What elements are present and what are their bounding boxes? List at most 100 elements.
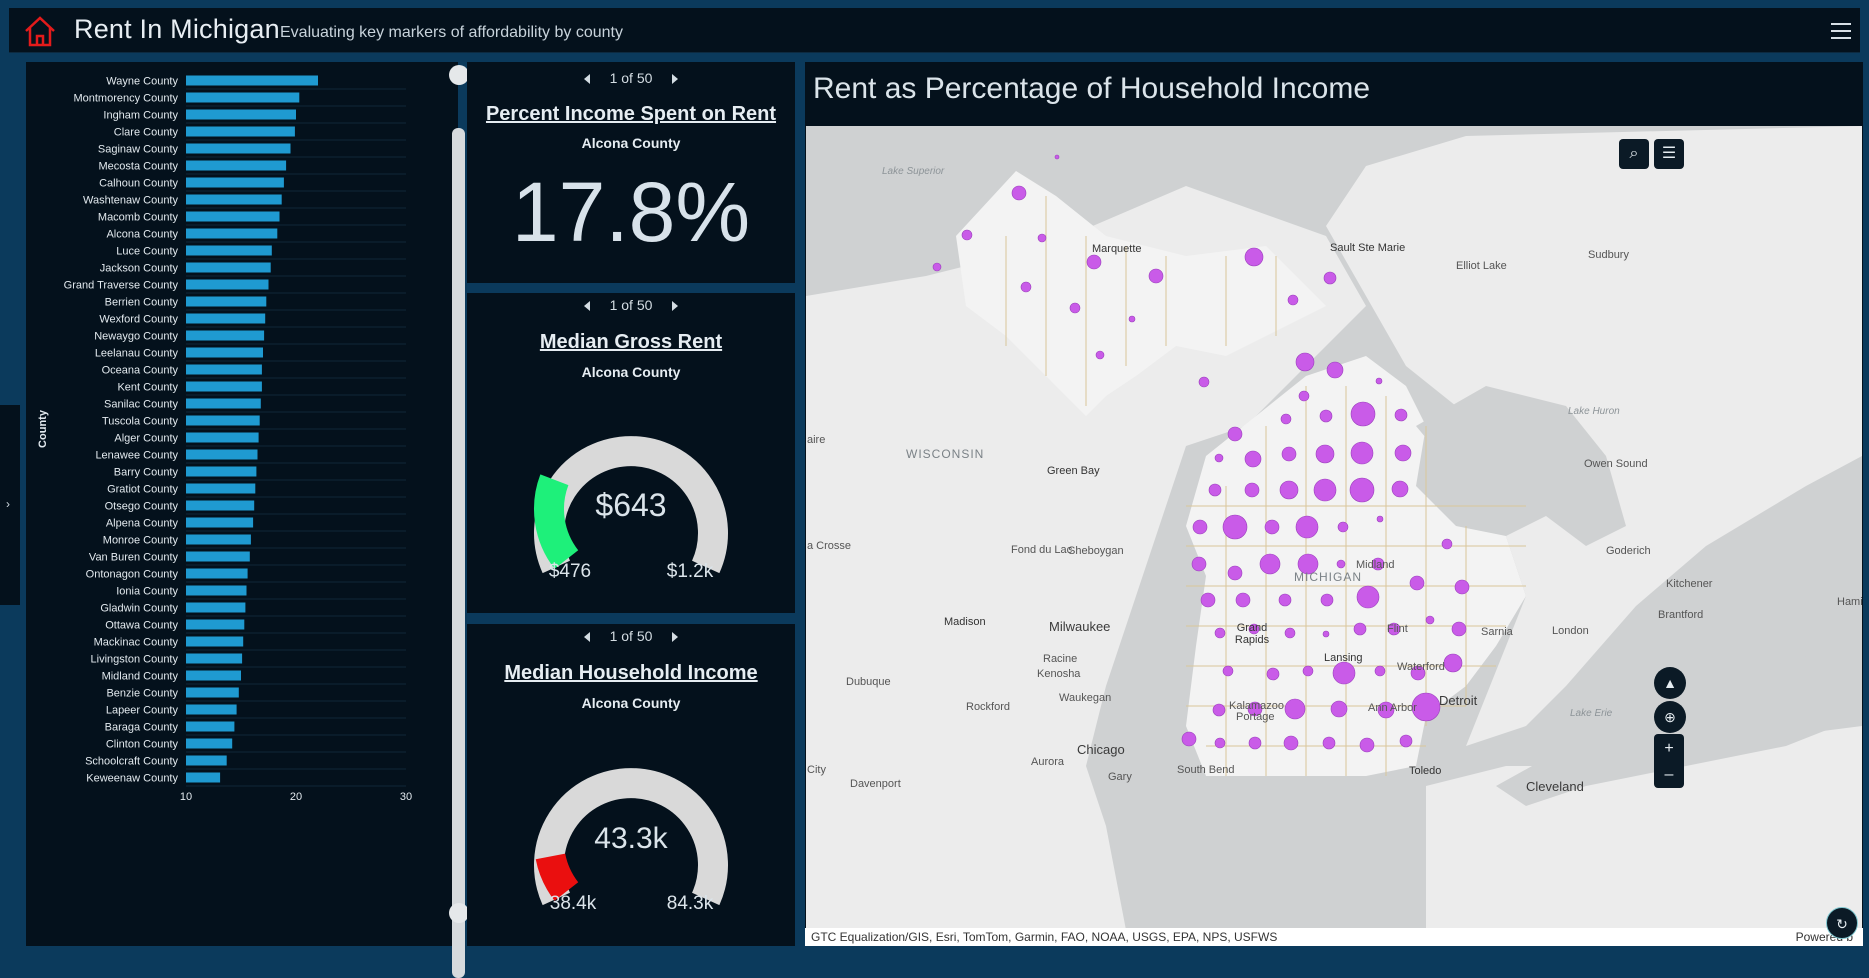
next-arrow-icon[interactable] (672, 301, 679, 312)
slider-top-handle[interactable] (449, 65, 469, 85)
bar[interactable] (186, 432, 259, 443)
bar[interactable] (186, 721, 235, 732)
county-bubble[interactable] (1192, 519, 1208, 535)
bar[interactable] (186, 568, 248, 579)
refresh-icon[interactable]: ↻ (1826, 907, 1858, 939)
county-bubble[interactable] (1319, 409, 1333, 423)
county-bubble[interactable] (1037, 233, 1047, 243)
bar[interactable] (186, 228, 278, 239)
county-bubble[interactable] (1283, 735, 1299, 751)
bar[interactable] (186, 602, 246, 613)
zoom-in-button[interactable]: + (1654, 734, 1684, 764)
legend-list-icon[interactable]: ☰ (1654, 139, 1684, 169)
county-bubble[interactable] (1298, 390, 1310, 402)
county-bubble[interactable] (1264, 519, 1280, 535)
locate-icon[interactable]: ⊕ (1654, 701, 1686, 733)
county-bubble[interactable] (1350, 401, 1376, 427)
county-bubble[interactable] (1376, 515, 1384, 523)
bar[interactable] (186, 109, 296, 120)
bar[interactable] (186, 500, 255, 511)
bar[interactable] (186, 245, 272, 256)
county-bubble[interactable] (1302, 665, 1314, 677)
county-bubble[interactable] (1020, 281, 1032, 293)
indicator-title[interactable]: Median Household Income (467, 662, 795, 685)
bar[interactable] (186, 364, 262, 375)
county-bubble[interactable] (1278, 593, 1292, 607)
bar[interactable] (186, 296, 267, 307)
county-bubble[interactable] (1394, 408, 1408, 422)
bar[interactable] (186, 75, 318, 86)
county-bubble[interactable] (1295, 352, 1315, 372)
county-bubble[interactable] (1356, 585, 1380, 609)
map-view[interactable]: Lake Superior Marquette Sault Ste Marie … (806, 126, 1862, 930)
bar[interactable] (186, 585, 247, 596)
slider-bottom-handle[interactable] (449, 903, 469, 923)
next-arrow-icon[interactable] (672, 74, 679, 85)
bar[interactable] (186, 126, 295, 137)
county-bubble[interactable] (1227, 565, 1243, 581)
bar[interactable] (186, 279, 269, 290)
county-bubble[interactable] (1454, 579, 1470, 595)
county-bubble[interactable] (1191, 556, 1207, 572)
county-bubble[interactable] (1322, 630, 1330, 638)
county-bubble[interactable] (1069, 302, 1081, 314)
county-bubble[interactable] (1353, 622, 1367, 636)
bar[interactable] (186, 381, 262, 392)
county-bubble[interactable] (1198, 376, 1210, 388)
county-bubble[interactable] (1244, 450, 1262, 468)
county-bubble[interactable] (1337, 521, 1349, 533)
county-bubble[interactable] (1054, 154, 1060, 160)
county-bubble[interactable] (1374, 665, 1386, 677)
county-bubble[interactable] (1326, 361, 1344, 379)
next-arrow-icon[interactable] (672, 632, 679, 643)
county-bubble[interactable] (1349, 477, 1375, 503)
county-bubble[interactable] (1441, 538, 1453, 550)
county-bubble[interactable] (1313, 478, 1337, 502)
county-bubble[interactable] (1222, 514, 1248, 540)
bar[interactable] (186, 551, 250, 562)
county-bubble[interactable] (1259, 553, 1281, 575)
county-bubble[interactable] (1214, 737, 1226, 749)
bar[interactable] (186, 755, 227, 766)
bar[interactable] (186, 534, 251, 545)
county-bubble[interactable] (1011, 185, 1027, 201)
bar[interactable] (186, 347, 263, 358)
county-bubble[interactable] (1391, 480, 1409, 498)
bar[interactable] (186, 704, 237, 715)
county-bubble[interactable] (1244, 482, 1260, 498)
county-bubble[interactable] (1332, 661, 1356, 685)
bar[interactable] (186, 415, 260, 426)
bar[interactable] (186, 262, 271, 273)
bar[interactable] (186, 92, 300, 103)
bar[interactable] (186, 772, 221, 783)
county-bubble[interactable] (1451, 621, 1467, 637)
county-bubble[interactable] (1148, 268, 1164, 284)
bar[interactable] (186, 177, 284, 188)
bar[interactable] (186, 211, 280, 222)
bar[interactable] (186, 398, 261, 409)
county-bubble[interactable] (1208, 483, 1222, 497)
county-bubble[interactable] (1214, 627, 1226, 639)
county-bubble[interactable] (1359, 737, 1375, 753)
county-bubble[interactable] (1248, 736, 1262, 750)
previous-arrow-icon[interactable] (583, 301, 590, 312)
county-bubble[interactable] (1235, 592, 1251, 608)
county-bubble[interactable] (1323, 271, 1337, 285)
previous-arrow-icon[interactable] (583, 74, 590, 85)
county-bubble[interactable] (1409, 575, 1425, 591)
home-icon[interactable] (23, 14, 57, 48)
county-bubble[interactable] (1281, 446, 1297, 462)
bar[interactable] (186, 449, 258, 460)
county-bubble[interactable] (1266, 667, 1280, 681)
bar[interactable] (186, 313, 266, 324)
bar[interactable] (186, 670, 241, 681)
bar[interactable] (186, 330, 265, 341)
bar[interactable] (186, 636, 244, 647)
county-bubble[interactable] (1394, 444, 1412, 462)
county-bubble[interactable] (1244, 247, 1264, 267)
county-bubble[interactable] (1214, 453, 1224, 463)
bar[interactable] (186, 143, 291, 154)
bar[interactable] (186, 194, 282, 205)
county-bubble[interactable] (1295, 515, 1319, 539)
county-bubble[interactable] (1280, 413, 1292, 425)
